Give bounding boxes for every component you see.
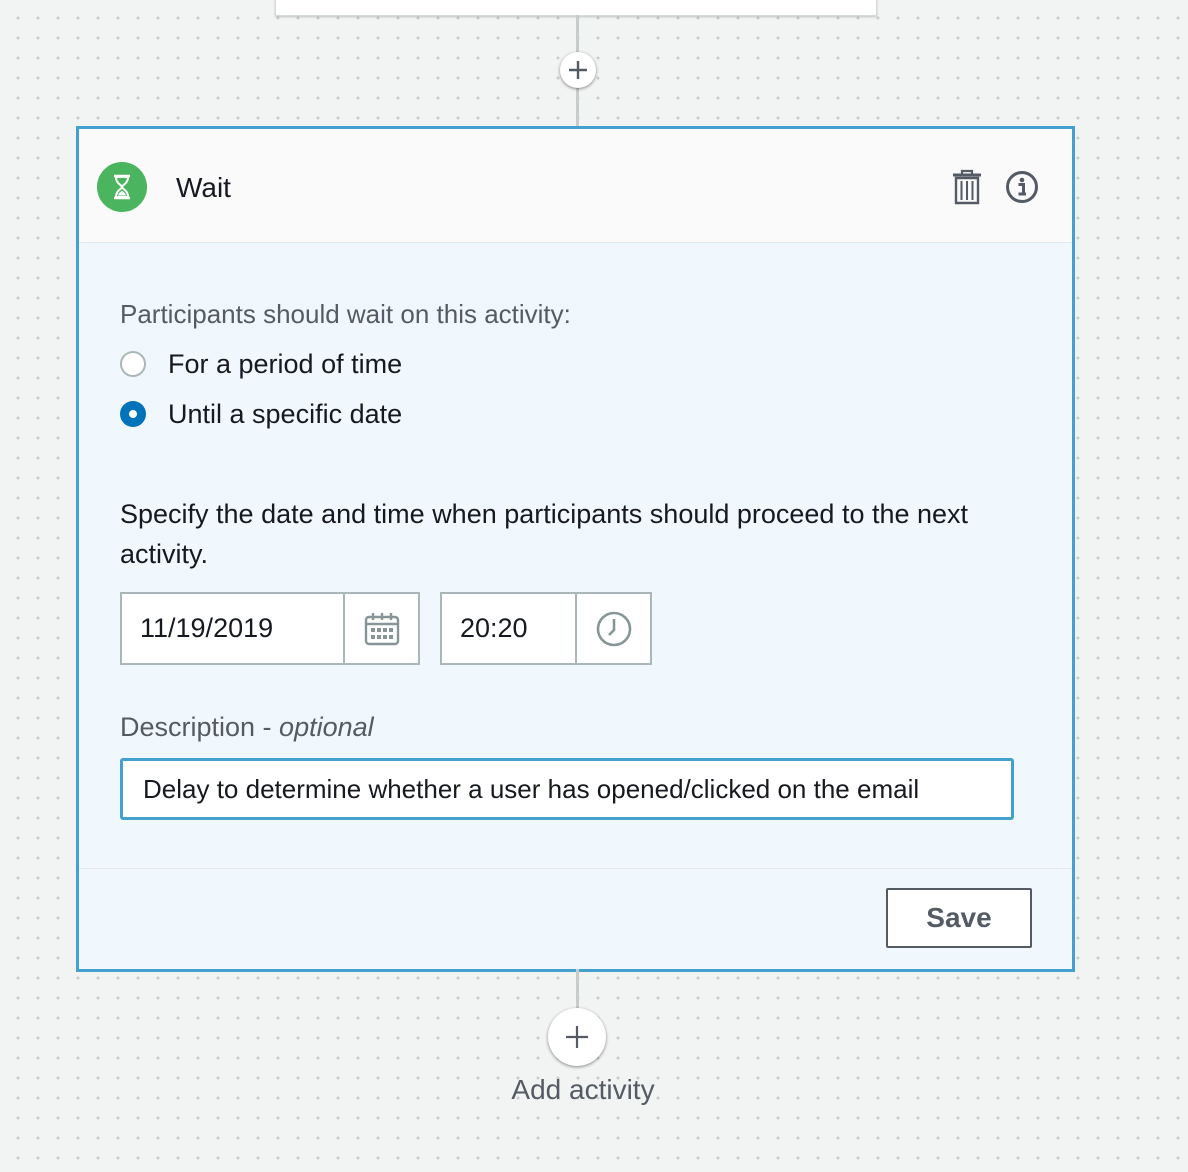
previous-activity-card[interactable] — [275, 0, 877, 16]
radio-specific-date[interactable]: Until a specific date — [120, 399, 402, 429]
date-input[interactable]: 11/19/2019 — [122, 594, 343, 663]
add-activity-button[interactable] — [548, 1008, 606, 1066]
date-picker[interactable]: 11/19/2019 — [120, 592, 420, 665]
wait-prompt: Participants should wait on this activit… — [120, 299, 571, 329]
plus-icon — [566, 1026, 588, 1048]
hourglass-icon — [97, 162, 147, 212]
add-activity-label[interactable]: Add activity — [478, 1074, 688, 1106]
radio-button-unchecked[interactable] — [120, 351, 146, 377]
clock-icon[interactable] — [575, 594, 650, 663]
radio-label: Until a specific date — [168, 398, 403, 429]
connector-line-bottom — [576, 969, 579, 1009]
plus-icon — [569, 61, 587, 79]
card-title: Wait — [176, 172, 231, 203]
radio-button-checked[interactable] — [120, 401, 146, 427]
wait-activity-card: Wait Participants should wait on this ac… — [76, 126, 1075, 972]
radio-period-of-time[interactable]: For a period of time — [120, 349, 402, 379]
footer-divider — [79, 868, 1072, 869]
trash-icon[interactable] — [951, 169, 983, 205]
info-icon[interactable] — [1005, 170, 1039, 204]
description-label: Description - optional — [120, 712, 374, 742]
card-header: Wait — [79, 129, 1072, 243]
time-input[interactable]: 20:20 — [442, 594, 575, 663]
description-input[interactable] — [120, 758, 1014, 820]
optional-label: optional — [279, 712, 374, 742]
calendar-icon[interactable] — [343, 594, 418, 663]
radio-label: For a period of time — [168, 348, 403, 379]
add-activity-button-top[interactable] — [560, 52, 596, 88]
save-button[interactable]: Save — [886, 888, 1032, 948]
time-picker[interactable]: 20:20 — [440, 592, 652, 665]
date-instruction: Specify the date and time when participa… — [120, 499, 969, 569]
